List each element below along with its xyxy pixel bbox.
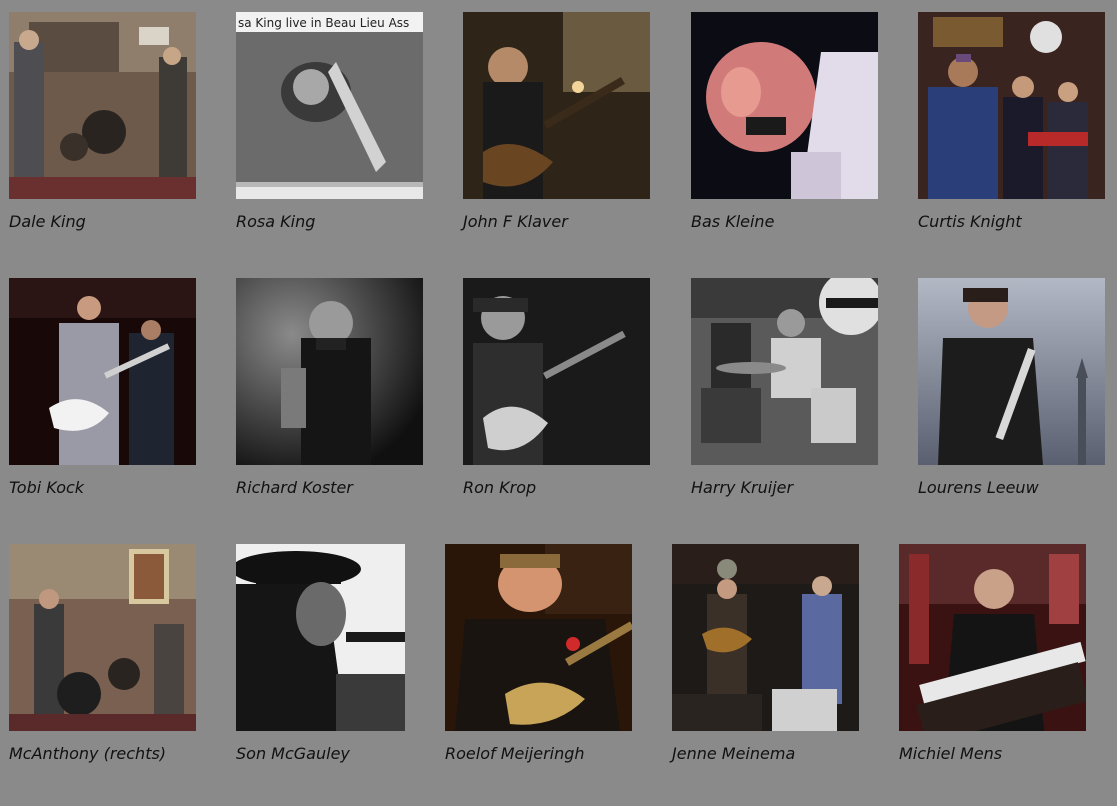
- musician-name[interactable]: Harry Kruijer: [691, 478, 793, 497]
- musician-name[interactable]: Roelof Meijeringh: [445, 744, 585, 763]
- drummer-photo[interactable]: [691, 278, 878, 465]
- band-stage-photo[interactable]: [672, 544, 859, 731]
- guitarist-photo[interactable]: [463, 278, 650, 465]
- musician-name[interactable]: Dale King: [9, 212, 86, 231]
- musician-name[interactable]: Tobi Kock: [9, 478, 84, 497]
- band-photo[interactable]: [9, 544, 196, 731]
- newspaper-headline: sa King live in Beau Lieu Ass: [238, 16, 409, 30]
- musician-name[interactable]: Jenne Meinema: [672, 744, 795, 763]
- musician-name[interactable]: Lourens Leeuw: [918, 478, 1039, 497]
- harmonica-player-photo[interactable]: [691, 12, 878, 199]
- harmonica-player-photo[interactable]: [236, 278, 423, 465]
- musician-name[interactable]: Bas Kleine: [691, 212, 774, 231]
- keyboard-player-photo[interactable]: [899, 544, 1086, 731]
- musician-name[interactable]: Curtis Knight: [918, 212, 1022, 231]
- newspaper-saxophone-photo[interactable]: sa King live in Beau Lieu Ass: [236, 12, 423, 199]
- musician-name[interactable]: Michiel Mens: [899, 744, 1002, 763]
- guitarist-photo[interactable]: [463, 12, 650, 199]
- band-stage-photo[interactable]: [918, 12, 1105, 199]
- musician-name[interactable]: Richard Koster: [236, 478, 353, 497]
- band-photo[interactable]: [9, 12, 196, 199]
- musician-name[interactable]: Ron Krop: [463, 478, 536, 497]
- musician-name[interactable]: McAnthony (rechts): [9, 744, 166, 763]
- musician-name[interactable]: John F Klaver: [463, 212, 568, 231]
- guitarist-photo[interactable]: [9, 278, 196, 465]
- singer-microphone-photo[interactable]: [236, 544, 405, 731]
- musician-name[interactable]: Rosa King: [236, 212, 315, 231]
- musician-gallery: Dale King sa King live in Beau Lieu Ass …: [0, 0, 1117, 806]
- musician-name[interactable]: Son McGauley: [236, 744, 350, 763]
- bassist-photo[interactable]: [918, 278, 1105, 465]
- guitarist-photo[interactable]: [445, 544, 632, 731]
